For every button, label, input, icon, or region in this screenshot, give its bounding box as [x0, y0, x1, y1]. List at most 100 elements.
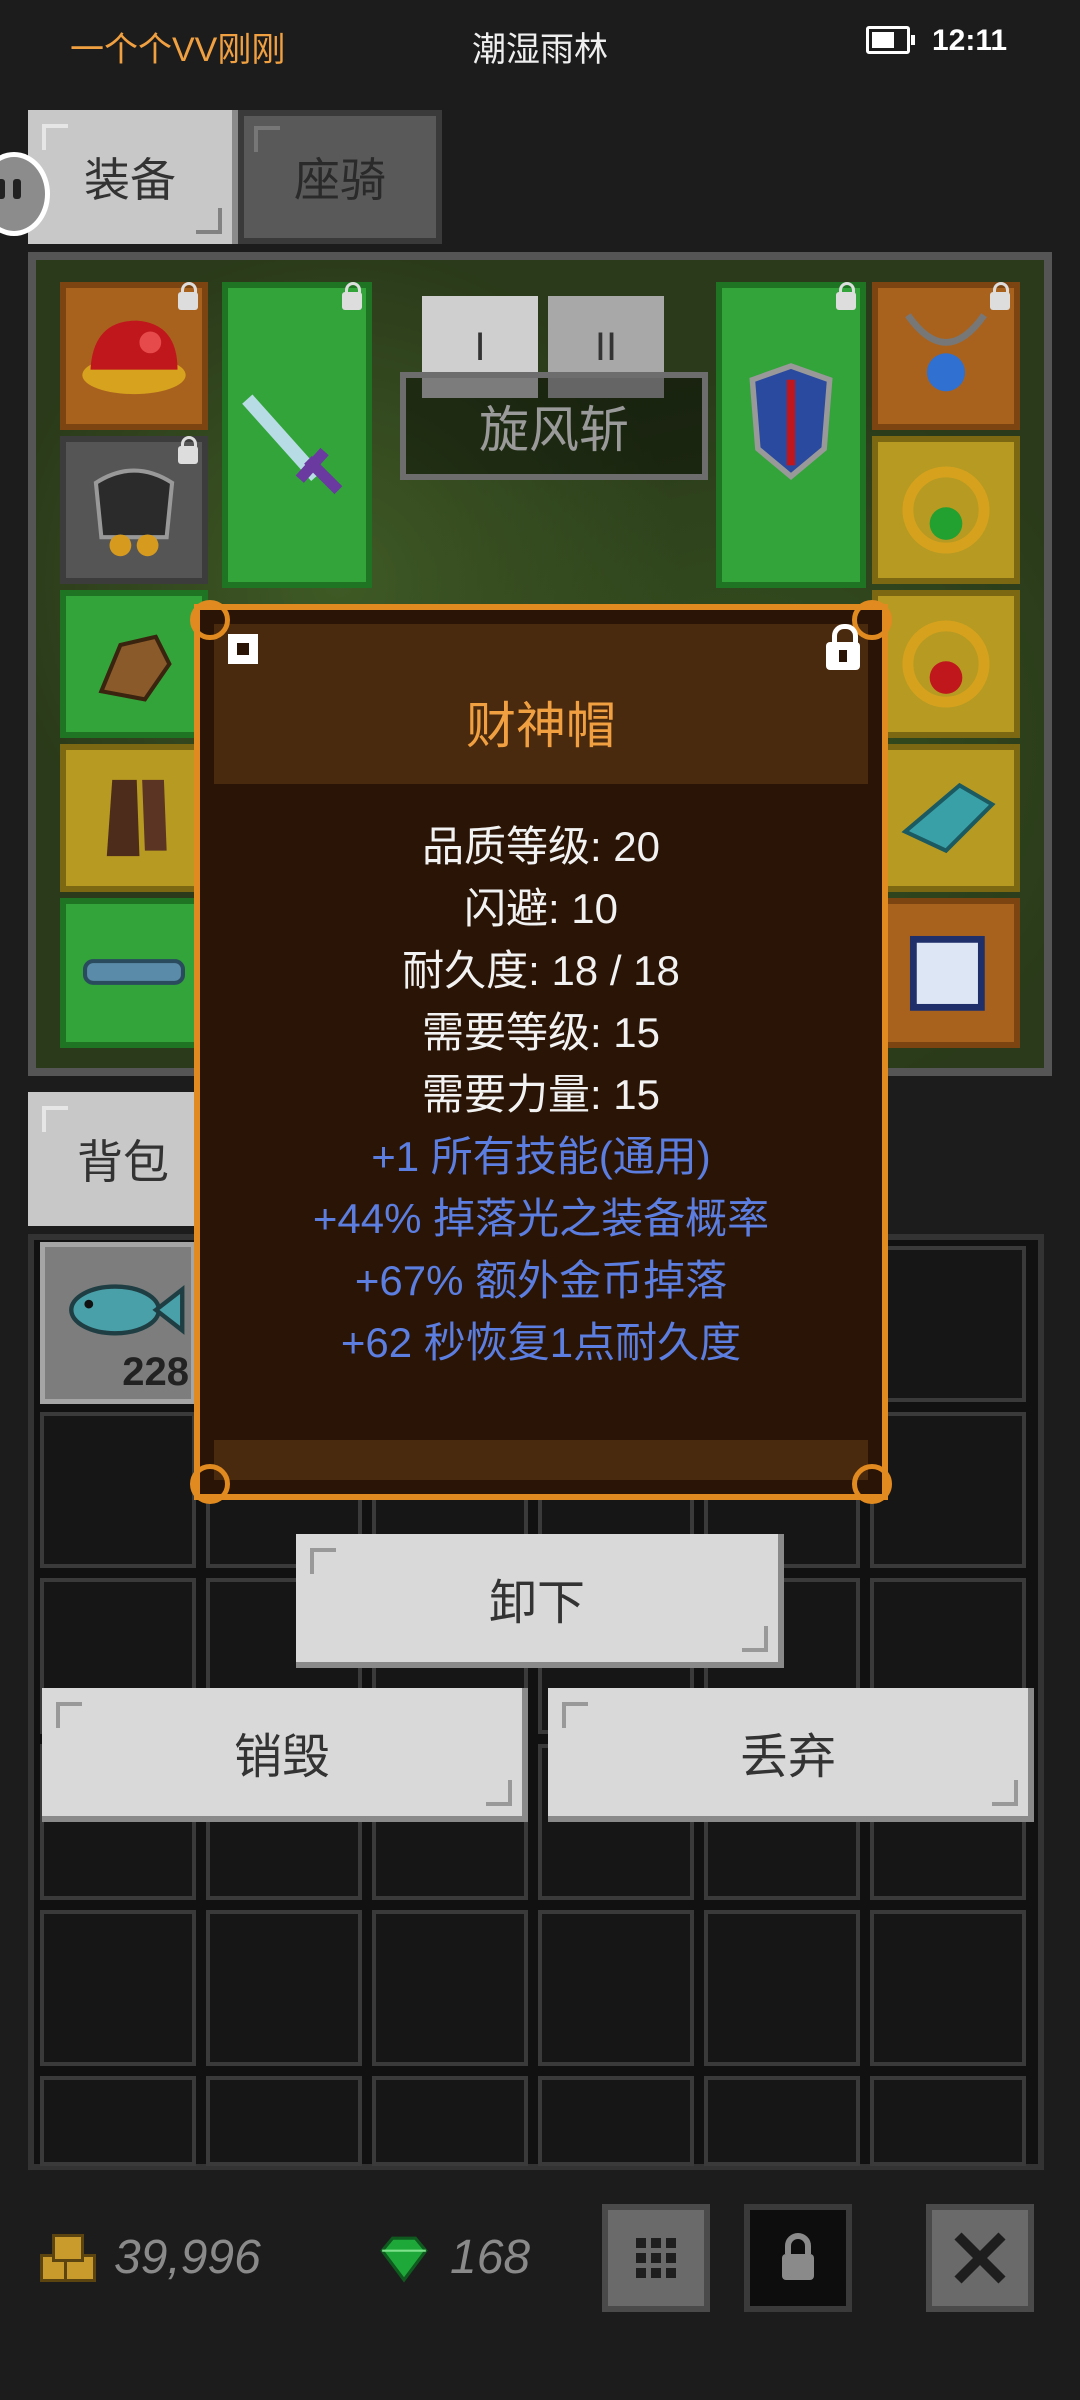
ring-icon: [902, 620, 990, 708]
lock-icon[interactable]: [826, 624, 860, 670]
slot-weapon[interactable]: [222, 282, 372, 588]
affix-durability-regen: +62 秒恢复1点耐久度: [340, 1319, 742, 1366]
tab-backpack-label: 背包: [77, 1136, 169, 1188]
slot-scroll[interactable]: [872, 898, 1020, 1048]
button-corner-icon: [486, 1780, 512, 1806]
slot-relic[interactable]: [872, 744, 1020, 892]
stat-durability: 耐久度: 18 / 18: [402, 947, 680, 994]
affix-all-skills: +1 所有技能(通用): [371, 1133, 711, 1180]
stat-dodge: 闪避: 10: [463, 885, 619, 932]
tab-equipment-label: 装备: [84, 154, 176, 206]
slot-belt[interactable]: [60, 898, 208, 1048]
relic-icon: [901, 782, 996, 854]
stat-required-strength: 需要力量: 15: [421, 1071, 661, 1118]
sword-icon: [242, 394, 343, 495]
fish-icon: [69, 1284, 185, 1336]
corner-ornament-icon: [852, 600, 892, 640]
tab-mount[interactable]: 座骑: [238, 110, 442, 244]
skill-name-banner[interactable]: 旋风斩: [400, 372, 708, 480]
slot-boots[interactable]: [60, 744, 208, 892]
bag-cell[interactable]: [206, 1910, 362, 2066]
button-corner-icon: [562, 1702, 588, 1728]
sort-grid-button[interactable]: [602, 2204, 710, 2312]
tab-corner-icon: [196, 208, 222, 234]
belt-icon: [83, 959, 185, 985]
bag-cell[interactable]: [538, 2076, 694, 2166]
skill-tab-1-label: I: [474, 324, 486, 369]
discard-label: 丢弃: [739, 1731, 836, 1784]
lock-icon: [782, 2233, 814, 2280]
lock-icon: [178, 436, 198, 464]
skill-name: 旋风斩: [479, 402, 629, 458]
button-corner-icon: [56, 1702, 82, 1728]
grid-icon: [636, 2238, 676, 2278]
bag-item-fish[interactable]: 228: [40, 1242, 196, 1404]
slot-gloves[interactable]: [60, 590, 208, 738]
ring-icon: [902, 466, 990, 554]
unequip-label: 卸下: [488, 1577, 585, 1630]
slot-amulet[interactable]: [60, 436, 208, 584]
item-tag-icon[interactable]: [228, 634, 258, 664]
bag-cell[interactable]: [40, 1412, 196, 1568]
scroll-icon: [909, 935, 985, 1011]
bag-cell[interactable]: [704, 1910, 860, 2066]
tab-mount-label: 座骑: [294, 154, 386, 206]
clock-time: 12:11: [932, 24, 1008, 57]
lock-toggle-button[interactable]: [744, 2204, 852, 2312]
unequip-button[interactable]: 卸下: [296, 1534, 784, 1668]
lock-icon: [836, 282, 856, 310]
tab-backpack[interactable]: 背包: [28, 1092, 218, 1226]
button-corner-icon: [992, 1780, 1018, 1806]
skill-tab-2-label: II: [594, 324, 618, 369]
gold-coins-icon: [40, 2234, 100, 2284]
bag-cell[interactable]: [870, 1412, 1026, 1568]
bag-cell[interactable]: [40, 2076, 196, 2166]
discard-button[interactable]: 丢弃: [548, 1688, 1034, 1822]
tab-corner-icon: [254, 126, 280, 152]
bag-cell[interactable]: [538, 1910, 694, 2066]
slot-necklace[interactable]: [872, 282, 1020, 430]
bag-cell[interactable]: [372, 1910, 528, 2066]
affix-extra-gold: +67% 额外金币掉落: [354, 1257, 728, 1304]
destroy-button[interactable]: 销毁: [42, 1688, 528, 1822]
lock-icon: [342, 282, 362, 310]
gold-amount: 39,996: [114, 2231, 261, 2284]
green-gem-icon: [380, 2236, 428, 2283]
gloves-icon: [98, 634, 172, 702]
close-button[interactable]: [926, 2204, 1034, 2312]
stat-required-level: 需要等级: 15: [421, 1009, 661, 1056]
gem-amount: 168: [450, 2231, 531, 2284]
item-tooltip: 财神帽 品质等级: 20 闪避: 10 耐久度: 18 / 18 需要等级: 1…: [190, 600, 892, 1504]
bag-cell[interactable]: [40, 1910, 196, 2066]
battery-icon: [866, 26, 915, 54]
button-corner-icon: [742, 1626, 768, 1652]
boots-icon: [106, 779, 167, 857]
tab-corner-icon: [42, 1106, 68, 1132]
slot-shield[interactable]: [716, 282, 866, 588]
bag-cell[interactable]: [870, 1910, 1026, 2066]
status-bar: 一个个VV刚刚 潮湿雨林 12:11: [0, 0, 1080, 90]
close-icon: [954, 2232, 1006, 2284]
location-name: 潮湿雨林: [472, 31, 608, 69]
stat-quality-level: 品质等级: 20: [421, 823, 661, 870]
bag-cell[interactable]: [870, 2076, 1026, 2166]
lock-icon: [990, 282, 1010, 310]
bag-cell[interactable]: [704, 2076, 860, 2166]
destroy-label: 销毁: [233, 1731, 330, 1784]
tab-equipment[interactable]: 装备: [28, 110, 238, 244]
bag-cell[interactable]: [206, 2076, 362, 2166]
item-name: 财神帽: [466, 698, 616, 754]
item-stats: 品质等级: 20 闪避: 10 耐久度: 18 / 18 需要等级: 15 需要…: [200, 816, 882, 1374]
fish-count: 228: [122, 1350, 189, 1394]
slot-helmet[interactable]: [60, 282, 208, 430]
corner-ornament-icon: [852, 1464, 892, 1504]
lock-icon: [178, 282, 198, 310]
bag-cell[interactable]: [870, 1246, 1026, 1402]
button-corner-icon: [310, 1548, 336, 1574]
tooltip-footer: [214, 1440, 868, 1480]
slot-ring-1[interactable]: [872, 436, 1020, 584]
bag-cell[interactable]: [372, 2076, 528, 2166]
corner-ornament-icon: [190, 1464, 230, 1504]
affix-light-gear-drop: +44% 掉落光之装备概率: [312, 1195, 770, 1242]
slot-ring-2[interactable]: [872, 590, 1020, 738]
